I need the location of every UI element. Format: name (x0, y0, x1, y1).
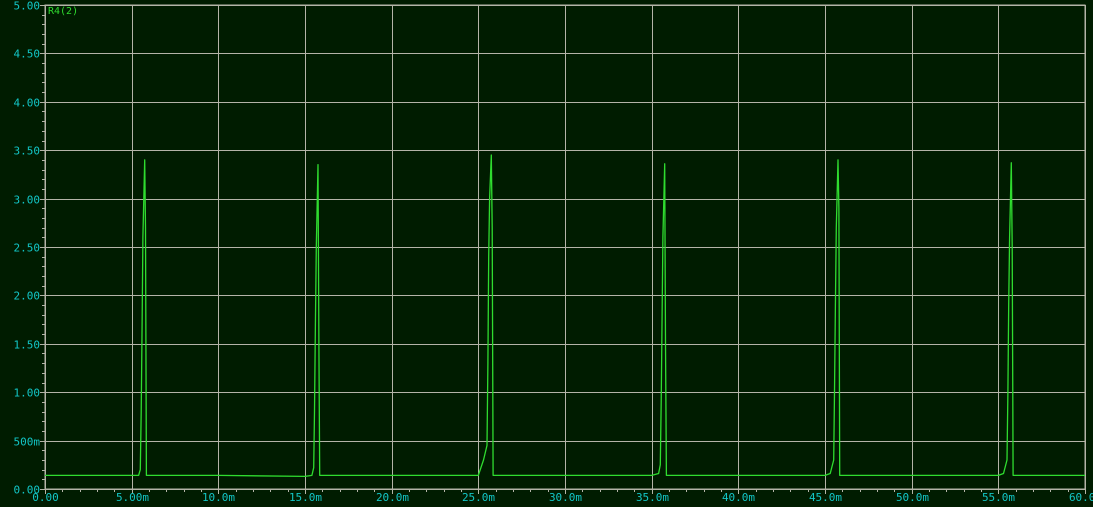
y-tick-label: 1.00 (14, 387, 41, 400)
x-tick-label: 15.0m (289, 491, 322, 504)
legend: R4(2) (48, 6, 78, 17)
y-tick-label: 3.50 (14, 145, 41, 158)
y-tick-label: 5.00 (14, 0, 41, 13)
y-tick-label: 2.50 (14, 242, 41, 255)
x-tick-label: 40.0m (722, 491, 755, 504)
y-tick-label: 1.50 (14, 339, 41, 352)
oscilloscope-chart: 0.00 500m 1.00 1.50 2.00 2.50 3.00 3.50 4.00 4.50… (0, 0, 1093, 507)
x-tick-label: 45.0m (809, 491, 842, 504)
x-tick-label: 35.0m (636, 491, 669, 504)
x-tick-label: 10.0m (202, 491, 235, 504)
y-tick-label: 2.00 (14, 290, 41, 303)
y-tick-label: 500m (14, 436, 41, 449)
x-tick-label: 55.0m (982, 491, 1015, 504)
x-tick-label: 5.00m (116, 491, 149, 504)
x-tick-label: 30.0m (549, 491, 582, 504)
legend-label: R4(2) (48, 6, 78, 17)
plot-background (0, 0, 1093, 507)
y-tick-label: 4.50 (14, 48, 41, 61)
x-tick-label: 25.0m (462, 491, 495, 504)
y-tick-label: 3.00 (14, 194, 41, 207)
x-tick-label: 50.0m (896, 491, 929, 504)
x-tick-label: 20.0m (376, 491, 409, 504)
y-tick-label: 4.00 (14, 97, 41, 110)
x-tick-label: 60.0m (1069, 491, 1093, 504)
x-tick-label: 0.00 (32, 491, 59, 504)
